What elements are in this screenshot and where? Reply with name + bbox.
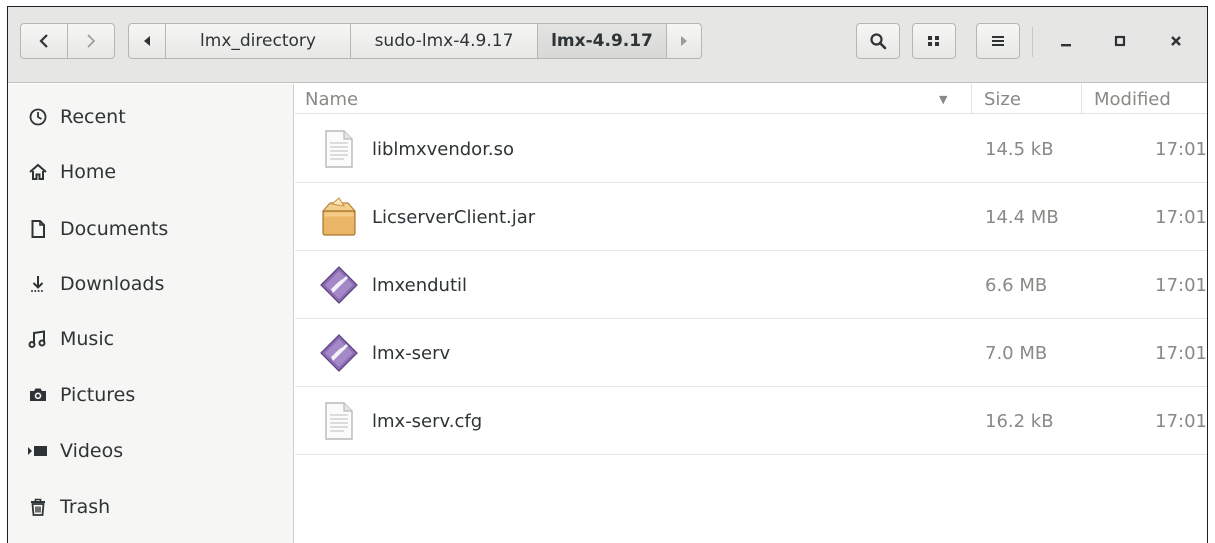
breadcrumb-item-sudo-lmx[interactable]: sudo-lmx-4.9.17: [350, 23, 538, 59]
maximize-button[interactable]: [1098, 23, 1142, 59]
sidebar-item-label: Pictures: [60, 384, 136, 406]
sidebar-item-label: Home: [60, 161, 117, 183]
trash-icon: [26, 495, 50, 519]
maximize-icon: [1114, 35, 1126, 47]
sidebar-item-trash[interactable]: Trash: [8, 482, 293, 532]
breadcrumb-label: sudo-lmx-4.9.17: [374, 31, 514, 51]
close-button[interactable]: [1154, 23, 1198, 59]
breadcrumb-label: lmx_directory: [200, 31, 316, 51]
sidebar-item-home[interactable]: Home: [8, 147, 293, 197]
minimize-icon: [1061, 44, 1071, 47]
file-row[interactable]: lmx-serv.cfg 16.2 kB 17:01: [295, 387, 1207, 455]
column-header-label: Name: [305, 88, 359, 110]
hamburger-menu-icon: [992, 36, 1004, 46]
header-bar: lmx_directory sudo-lmx-4.9.17 lmx-4.9.17: [8, 7, 1207, 83]
places-sidebar: Recent Home Documents Downloads Music Pi…: [8, 84, 294, 543]
file-list: Name ▼ Size Modified liblmxvendor.so 14.…: [295, 84, 1207, 543]
triangle-left-icon: [144, 36, 150, 46]
search-button[interactable]: [856, 23, 900, 59]
sidebar-item-label: Recent: [60, 106, 126, 128]
sidebar-item-music[interactable]: Music: [8, 314, 293, 364]
sidebar-item-videos[interactable]: Videos: [8, 426, 293, 476]
file-name: lmxendutil: [372, 274, 468, 296]
sidebar-item-label: Videos: [60, 440, 124, 462]
file-modified: 17:01: [1155, 342, 1207, 364]
close-icon: [1171, 36, 1181, 46]
sidebar-item-pictures[interactable]: Pictures: [8, 370, 293, 420]
file-size: 7.0 MB: [985, 342, 1048, 364]
file-size: 16.2 kB: [985, 410, 1054, 432]
breadcrumb-scroll-left-button[interactable]: [128, 23, 166, 59]
sidebar-item-label: Downloads: [60, 273, 165, 295]
forward-button[interactable]: [67, 23, 115, 59]
column-header-name[interactable]: Name: [305, 84, 358, 114]
text-file-icon: [325, 130, 353, 168]
video-icon: [26, 439, 50, 463]
column-header-row: Name ▼ Size Modified: [295, 84, 1207, 114]
chevron-left-icon: [39, 34, 48, 48]
file-size: 14.5 kB: [985, 138, 1054, 160]
home-icon: [26, 160, 50, 184]
file-row[interactable]: liblmxvendor.so 14.5 kB 17:01: [295, 115, 1207, 183]
breadcrumb-item-lmx-directory[interactable]: lmx_directory: [165, 23, 351, 59]
sidebar-item-recent[interactable]: Recent: [8, 92, 293, 142]
camera-icon: [26, 383, 50, 407]
file-row[interactable]: lmxendutil 6.6 MB 17:01: [295, 251, 1207, 319]
sidebar-item-label: Music: [60, 328, 115, 350]
column-header-modified[interactable]: Modified: [1081, 84, 1207, 114]
menu-button[interactable]: [976, 23, 1020, 59]
breadcrumb-label: lmx-4.9.17: [551, 31, 653, 51]
executable-icon: [320, 334, 358, 372]
grid-view-icon: [928, 36, 939, 46]
search-icon: [870, 33, 887, 50]
file-modified: 17:01: [1155, 138, 1207, 160]
back-button[interactable]: [20, 23, 68, 59]
sidebar-item-label: Trash: [60, 496, 111, 518]
archive-package-icon: [321, 197, 357, 236]
view-toggle-button[interactable]: [912, 23, 956, 59]
file-name: lmx-serv.cfg: [372, 410, 483, 432]
file-name: liblmxvendor.so: [372, 138, 515, 160]
column-header-size[interactable]: Size: [971, 84, 1081, 114]
file-modified: 17:01: [1155, 206, 1207, 228]
file-modified: 17:01: [1155, 274, 1207, 296]
column-header-label: Size: [984, 88, 1021, 110]
download-icon: [26, 272, 50, 296]
file-size: 6.6 MB: [985, 274, 1048, 296]
clock-icon: [26, 105, 50, 129]
music-icon: [26, 327, 50, 351]
text-file-icon: [325, 402, 353, 440]
executable-icon: [320, 266, 358, 304]
file-name: lmx-serv: [372, 342, 451, 364]
sidebar-item-downloads[interactable]: Downloads: [8, 259, 293, 309]
breadcrumb-scroll-right-button[interactable]: [666, 23, 702, 59]
toolbar-separator: [1032, 27, 1033, 57]
triangle-right-icon: [681, 36, 687, 46]
column-header-label: Modified: [1094, 88, 1171, 110]
file-name: LicserverClient.jar: [372, 206, 536, 228]
breadcrumb-item-current[interactable]: lmx-4.9.17: [537, 23, 667, 59]
minimize-button[interactable]: [1044, 23, 1088, 59]
sort-descending-icon[interactable]: ▼: [939, 84, 947, 114]
sidebar-item-documents[interactable]: Documents: [8, 204, 293, 254]
file-row[interactable]: lmx-serv 7.0 MB 17:01: [295, 319, 1207, 387]
file-row[interactable]: LicserverClient.jar 14.4 MB 17:01: [295, 183, 1207, 251]
file-size: 14.4 MB: [985, 206, 1059, 228]
navigation-buttons: [20, 23, 116, 59]
file-manager-window: lmx_directory sudo-lmx-4.9.17 lmx-4.9.17: [7, 6, 1208, 543]
file-modified: 17:01: [1155, 410, 1207, 432]
document-icon: [26, 217, 50, 241]
sidebar-item-label: Documents: [60, 218, 169, 240]
chevron-right-icon: [87, 34, 96, 48]
